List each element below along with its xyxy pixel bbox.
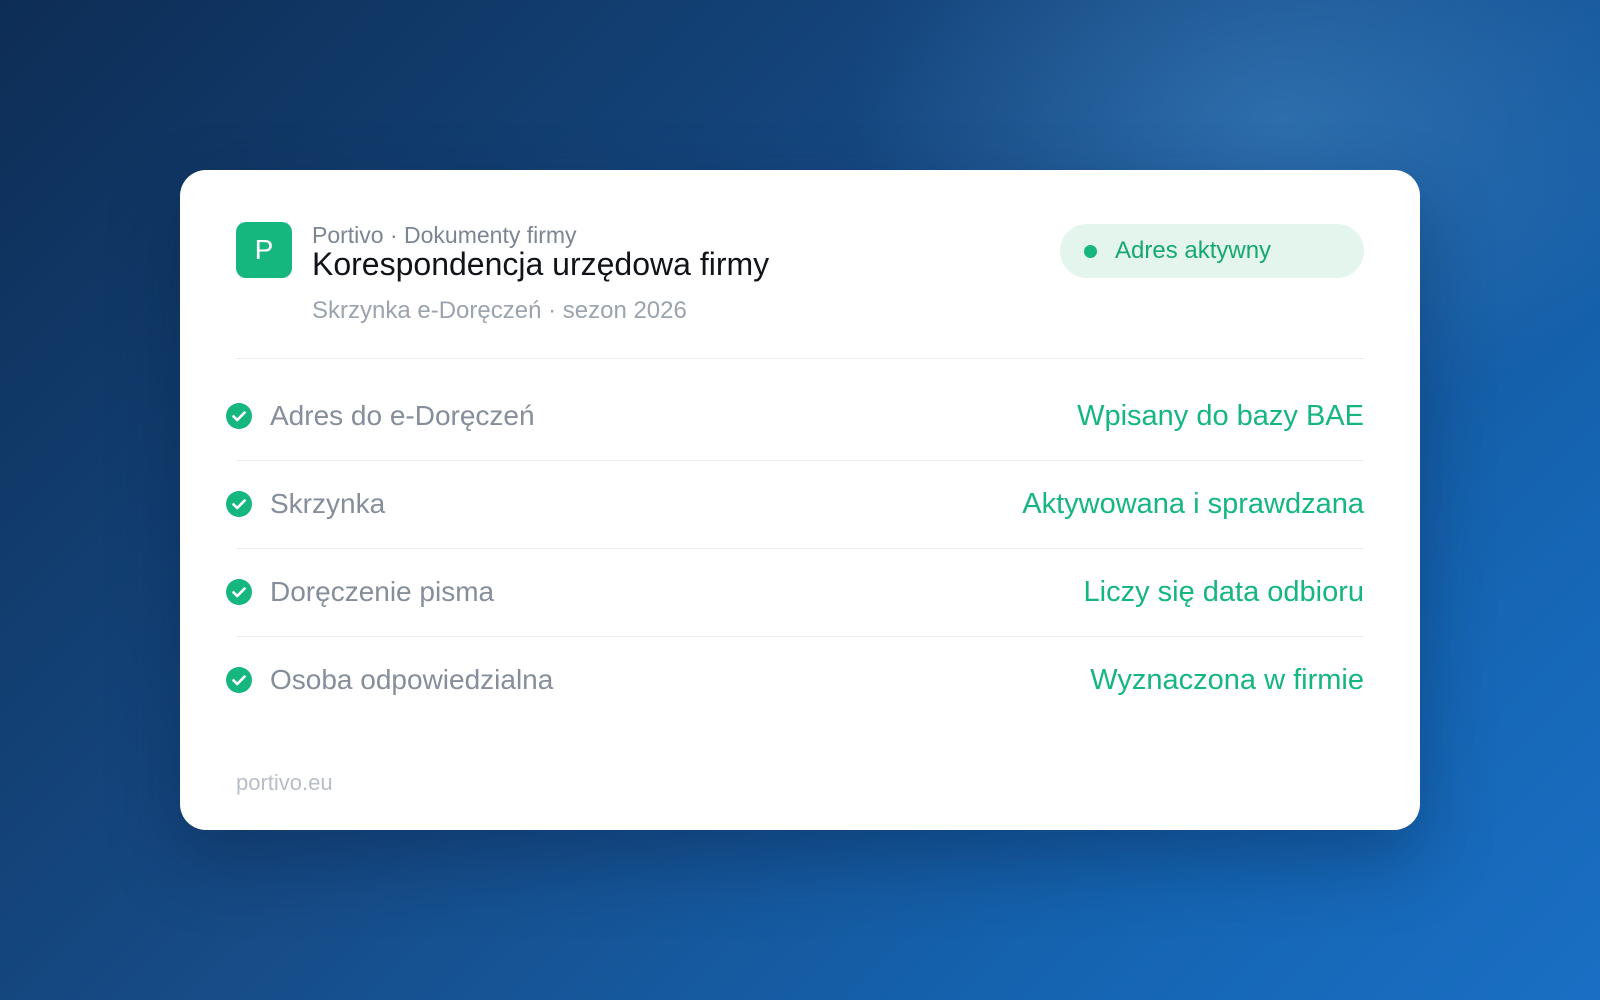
check-circle-icon bbox=[226, 579, 252, 605]
row-label: Osoba odpowiedzialna bbox=[270, 664, 554, 695]
row-label: Skrzynka bbox=[270, 488, 386, 519]
status-dot-icon bbox=[1084, 244, 1097, 258]
row-value: Wpisany do bazy BAE bbox=[1077, 399, 1364, 432]
card-title: Korespondencja urzędowa firmy bbox=[312, 246, 770, 282]
status-badge: Adres aktywny bbox=[1060, 224, 1364, 278]
check-circle-icon bbox=[226, 491, 252, 517]
row-label: Adres do e-Doręczeń bbox=[270, 400, 535, 431]
row-label: Doręczenie pisma bbox=[270, 576, 495, 607]
row-value: Aktywowana i sprawdzana bbox=[1022, 487, 1364, 520]
checklist-row: Adres do e-Doręczeń Wpisany do bazy BAE bbox=[226, 372, 1364, 460]
card-subtitle: Skrzynka e-Doręczeń · sezon 2026 bbox=[312, 297, 687, 324]
checklist-row: Doręczenie pisma Liczy się data odbioru bbox=[226, 548, 1364, 636]
checklist-row: Osoba odpowiedzialna Wyznaczona w firmie bbox=[226, 636, 1364, 724]
check-circle-icon bbox=[226, 403, 252, 429]
portivo-logo: P bbox=[236, 222, 292, 278]
row-value: Wyznaczona w firmie bbox=[1090, 663, 1364, 696]
footer-domain: portivo.eu bbox=[236, 770, 333, 795]
status-label: Adres aktywny bbox=[1115, 237, 1272, 264]
check-circle-icon bbox=[226, 667, 252, 693]
checklist: Adres do e-Doręczeń Wpisany do bazy BAE … bbox=[226, 372, 1364, 724]
divider bbox=[236, 358, 1364, 359]
row-value: Liczy się data odbioru bbox=[1083, 575, 1365, 608]
info-card: P Portivo · Dokumenty firmy Korespondenc… bbox=[180, 170, 1420, 830]
checklist-row: Skrzynka Aktywowana i sprawdzana bbox=[226, 460, 1364, 548]
